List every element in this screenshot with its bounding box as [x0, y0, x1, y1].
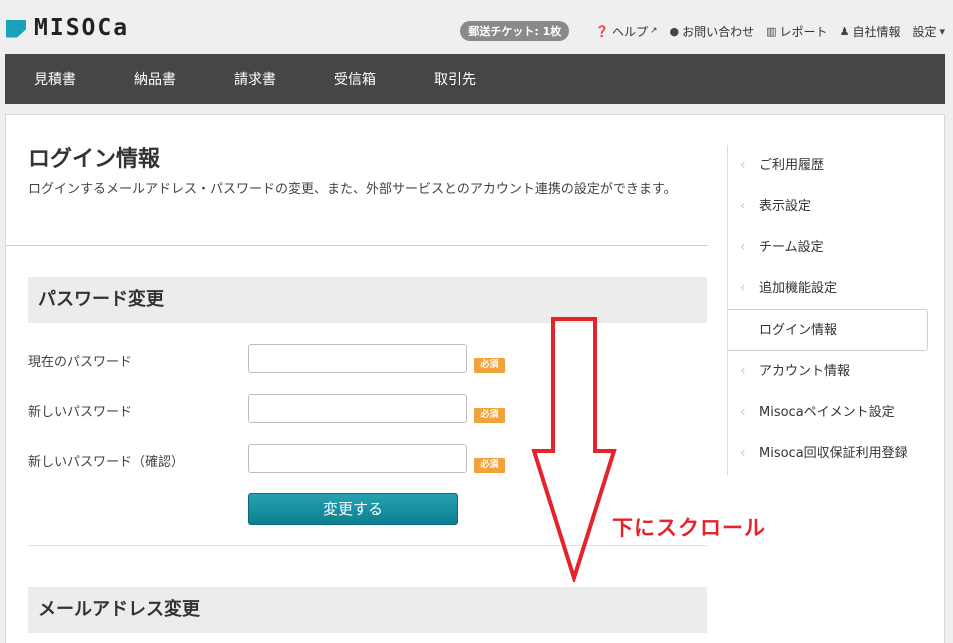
sidebar-item-label: ご利用履歴 — [759, 158, 825, 173]
content-panel: ログイン情報 ログインするメールアドレス・パスワードの変更、また、外部サービスと… — [5, 114, 945, 643]
report-label: レポート — [779, 24, 828, 39]
report-link[interactable]: ▥ レポート — [766, 23, 827, 40]
contact-link[interactable]: ● お問い合わせ — [670, 23, 755, 40]
sidebar-item-label: Misocaペイメント設定 — [759, 405, 895, 420]
chevron-left-icon: ‹ — [740, 157, 746, 173]
question-circle-icon: ❓ — [595, 24, 609, 38]
sidebar-item-payment-settings[interactable]: ‹ Misocaペイメント設定 — [728, 392, 928, 433]
nav-delivery-slips[interactable]: 納品書 — [105, 69, 205, 89]
page-description: ログインするメールアドレス・パスワードの変更、また、外部サービスとのアカウント連… — [28, 182, 677, 197]
new-password-label: 新しいパスワード — [28, 405, 133, 420]
sidebar-item-label: アカウント情報 — [759, 364, 851, 379]
sidebar-item-label: 表示設定 — [759, 199, 812, 214]
sidebar-item-display-settings[interactable]: ‹ 表示設定 — [728, 186, 928, 227]
chevron-left-icon: ‹ — [740, 198, 746, 214]
scroll-down-annotation: 下にスクロール — [612, 516, 766, 540]
confirm-password-input[interactable] — [248, 444, 467, 473]
current-password-label: 現在のパスワード — [28, 355, 133, 370]
sidebar-item-usage-history[interactable]: ‹ ご利用履歴 — [728, 145, 928, 186]
confirm-password-label: 新しいパスワード（確認） — [28, 455, 185, 470]
logo-mark-icon — [6, 19, 26, 38]
sidebar-item-collection-guarantee[interactable]: ‹ Misoca回収保証利用登録 — [728, 433, 928, 474]
chevron-left-icon: ‹ — [740, 445, 746, 461]
email-section-heading: メールアドレス変更 — [28, 587, 707, 633]
required-badge: 必須 — [474, 358, 505, 373]
sidebar-item-account-info[interactable]: ‹ アカウント情報 — [728, 351, 928, 392]
nav-quotes[interactable]: 見積書 — [5, 69, 105, 89]
settings-label: 設定 — [912, 24, 937, 39]
sidebar-item-label: Misoca回収保証利用登録 — [759, 446, 908, 461]
current-password-input[interactable] — [248, 344, 467, 373]
required-badge: 必須 — [474, 458, 505, 473]
company-info-link[interactable]: ♟ 自社情報 — [840, 23, 901, 40]
help-label: ヘルプ — [611, 24, 648, 39]
chevron-left-icon: ‹ — [740, 280, 746, 296]
help-link[interactable]: ❓ ヘルプ ↗ — [595, 23, 657, 40]
chevron-left-icon: ‹ — [740, 404, 746, 420]
sidebar-item-label: 追加機能設定 — [759, 281, 838, 296]
change-password-button[interactable]: 変更する — [248, 493, 458, 525]
sidebar-item-label: チーム設定 — [759, 240, 824, 255]
sidebar-item-addon-settings[interactable]: ‹ 追加機能設定 — [728, 268, 928, 309]
sidebar-item-login-info[interactable]: ログイン情報 — [728, 309, 928, 351]
company-info-label: 自社情報 — [852, 24, 901, 39]
top-header: MISOCa 郵送チケット: 1枚 ❓ ヘルプ ↗ ● お問い合わせ ▥ レポー… — [0, 0, 953, 54]
external-link-icon: ↗ — [649, 26, 658, 36]
bar-chart-icon: ▥ — [766, 24, 777, 38]
new-password-input[interactable] — [248, 394, 467, 423]
logo-text: MISOCa — [34, 15, 130, 41]
nav-invoices[interactable]: 請求書 — [205, 69, 305, 89]
caret-down-icon: ▾ — [939, 24, 945, 38]
page-title: ログイン情報 — [28, 147, 161, 172]
contact-label: お問い合わせ — [682, 24, 755, 39]
scroll-down-arrow-icon — [531, 317, 617, 582]
chevron-left-icon: ‹ — [740, 239, 746, 255]
chevron-left-icon: ‹ — [740, 363, 746, 379]
user-icon: ♟ — [839, 24, 850, 38]
nav-inbox[interactable]: 受信箱 — [305, 69, 405, 89]
required-badge: 必須 — [474, 408, 505, 423]
chat-bubble-icon: ● — [669, 24, 680, 38]
main-nav: 見積書 納品書 請求書 受信箱 取引先 — [5, 54, 945, 104]
top-nav: 郵送チケット: 1枚 ❓ ヘルプ ↗ ● お問い合わせ ▥ レポート ♟ 自社情… — [460, 21, 945, 41]
settings-dropdown[interactable]: 設定 ▾ — [912, 23, 945, 40]
misoca-logo[interactable]: MISOCa — [6, 17, 129, 40]
divider — [6, 245, 708, 246]
sidebar-item-team-settings[interactable]: ‹ チーム設定 — [728, 227, 928, 268]
settings-sidebar: ‹ ご利用履歴 ‹ 表示設定 ‹ チーム設定 ‹ 追加機能設定 ログイン情報 ‹… — [727, 145, 928, 475]
postal-ticket-badge[interactable]: 郵送チケット: 1枚 — [460, 21, 570, 41]
nav-clients[interactable]: 取引先 — [405, 69, 505, 89]
sidebar-item-label: ログイン情報 — [759, 323, 838, 338]
